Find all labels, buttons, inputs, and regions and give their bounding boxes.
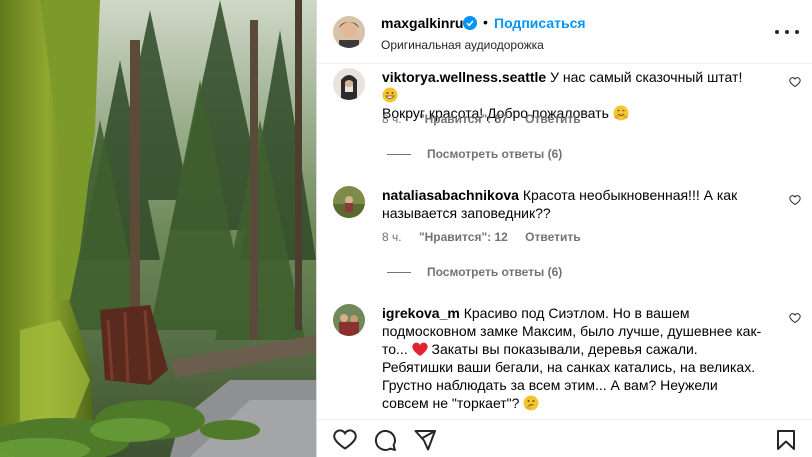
forest-image (0, 0, 316, 457)
like-heart-icon[interactable] (333, 428, 357, 452)
follow-button[interactable]: Подписаться (494, 15, 586, 31)
replies-line (387, 271, 411, 273)
share-icon[interactable] (413, 428, 437, 452)
heart-icon[interactable] (789, 312, 801, 324)
post-photo[interactable] (0, 0, 316, 457)
comment-text: У нас самый сказочный штат! (550, 69, 743, 85)
bookmark-icon[interactable] (774, 428, 798, 452)
thinking-emoji-icon (523, 395, 539, 411)
comment-likes[interactable]: "Нравится": 57 (419, 112, 508, 126)
more-options-icon[interactable] (775, 22, 799, 42)
red-heart-emoji-icon (411, 342, 428, 356)
commenter-avatar[interactable] (333, 186, 365, 218)
comment-username[interactable]: igrekova_m (382, 305, 460, 321)
comment-time[interactable]: 8 ч. (382, 230, 402, 244)
view-replies-label: Посмотреть ответы (6) (427, 265, 563, 279)
author-avatar[interactable] (333, 16, 365, 48)
comment-text-continued: Закаты вы показывали, деревья сажали. Ре… (382, 341, 756, 411)
grinning-emoji-icon (382, 87, 398, 103)
comment-icon[interactable] (373, 428, 397, 452)
comment-username[interactable]: nataliasabachnikova (382, 187, 519, 203)
comment-likes[interactable]: "Нравится": 12 (419, 230, 508, 244)
replies-line (387, 153, 411, 155)
author-username[interactable]: maxgalkinru (381, 15, 463, 31)
hugging-emoji-icon (613, 105, 629, 121)
commenter-avatar[interactable] (333, 304, 365, 336)
audio-label[interactable]: Оригинальная аудиодорожка (381, 38, 544, 52)
commenter-avatar[interactable] (333, 68, 365, 100)
view-replies-label: Посмотреть ответы (6) (427, 147, 563, 161)
reply-button[interactable]: Ответить (525, 112, 580, 126)
verified-icon (463, 16, 477, 30)
post-sidebar: maxgalkinru • Подписаться Оригинальная а… (316, 0, 812, 457)
heart-icon[interactable] (789, 194, 801, 206)
comment-meta: 8 ч. "Нравится": 57 Ответить (382, 112, 595, 126)
view-replies-button[interactable]: Посмотреть ответы (6) (387, 265, 562, 279)
heart-icon[interactable] (789, 76, 801, 88)
comment-username[interactable]: viktorya.wellness.seattle (382, 69, 546, 85)
post-actions-bar (317, 419, 812, 457)
comment-meta: 8 ч. "Нравится": 12 Ответить (382, 230, 595, 244)
comment-time[interactable]: 8 ч. (382, 112, 402, 126)
post-header: maxgalkinru • Подписаться Оригинальная а… (317, 0, 812, 64)
comments-list[interactable]: viktorya.wellness.seattle У нас самый ск… (317, 64, 812, 419)
reply-button[interactable]: Ответить (525, 230, 580, 244)
separator-dot: • (483, 14, 488, 30)
view-replies-button[interactable]: Посмотреть ответы (6) (387, 147, 562, 161)
